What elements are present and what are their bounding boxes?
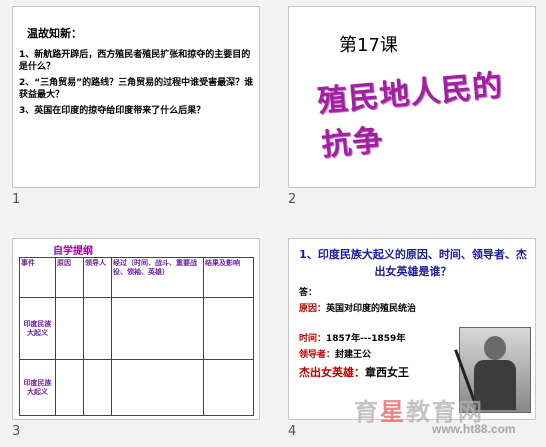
table-cell bbox=[203, 297, 254, 360]
portrait-head-shape bbox=[484, 336, 506, 360]
table-header-cell: 原因 bbox=[55, 257, 84, 298]
time-value: 1857年---1859年 bbox=[326, 334, 406, 344]
table-row: 印度民族大起义 bbox=[19, 297, 254, 360]
slide-thumbnail-3[interactable]: 自学提纲 事件 原因 领导人 经过（时间、战斗、重要战役、领袖、英雄） 结果及影… bbox=[12, 238, 260, 420]
slide-1-question-3: 3、英国在印度的掠夺给印度带来了什么后果？ bbox=[19, 106, 206, 116]
table-header-row: 事件 原因 领导人 经过（时间、战斗、重要战役、领袖、英雄） 结果及影响 bbox=[19, 257, 254, 298]
table-cell bbox=[55, 359, 84, 416]
outline-table: 事件 原因 领导人 经过（时间、战斗、重要战役、领袖、英雄） 结果及影响 印度民… bbox=[19, 257, 254, 416]
leader-line: 领导者：封建王公 bbox=[299, 347, 371, 360]
table-header-cell: 领导人 bbox=[83, 257, 112, 298]
table-cell bbox=[111, 359, 204, 416]
hero-value: 章西女王 bbox=[365, 366, 409, 379]
cause-label: 原因： bbox=[299, 304, 327, 314]
cause-value: 英国对印度的殖民统治 bbox=[326, 304, 417, 314]
slide-1-question-1: 1、新航路开辟后，西方殖民者殖民扩张和掠夺的主要目的是什么？ bbox=[19, 50, 251, 72]
slide-number-4: 4 bbox=[288, 424, 297, 439]
slide-2-wordart-title: 殖民地人民的抗争 bbox=[316, 68, 505, 164]
slide-number-1: 1 bbox=[12, 192, 21, 207]
slide-number-3: 3 bbox=[12, 424, 21, 439]
table-cell bbox=[111, 297, 204, 360]
table-row-label: 印度民族大起义 bbox=[19, 297, 56, 360]
table-cell bbox=[83, 359, 112, 416]
leader-value: 封建王公 bbox=[335, 350, 372, 360]
slide-thumbnail-2[interactable]: 第17课 殖民地人民的抗争 bbox=[288, 6, 536, 188]
slide-thumbnail-1[interactable]: 温故知新： 1、新航路开辟后，西方殖民者殖民扩张和掠夺的主要目的是什么？ 2、“… bbox=[12, 6, 260, 188]
table-cell bbox=[55, 297, 84, 360]
slide-2-lesson: 第17课 bbox=[339, 35, 398, 56]
time-line: 时间：1857年---1859年 bbox=[299, 331, 405, 344]
slide-3-title: 自学提纲 bbox=[53, 246, 93, 257]
slide-1-question-2: 2、“三角贸易”的路线？三角贸易的过程中谁受害最深？谁获益最大？ bbox=[19, 78, 254, 100]
table-cell bbox=[83, 297, 112, 360]
slide-number-2: 2 bbox=[288, 192, 297, 207]
table-header-cell: 事件 bbox=[19, 257, 56, 298]
table-row: 印度民族大起义 bbox=[19, 359, 254, 416]
answer-label: 答： bbox=[299, 288, 318, 298]
site-watermark-url: www.ht88.com bbox=[432, 422, 516, 436]
time-label: 时间： bbox=[299, 334, 327, 344]
table-header-cell: 经过（时间、战斗、重要战役、领袖、英雄） bbox=[111, 257, 204, 298]
table-row-label: 印度民族大起义 bbox=[19, 359, 56, 416]
leader-label: 领导者： bbox=[299, 350, 336, 360]
hero-label: 杰出女英雄： bbox=[299, 366, 365, 379]
hero-line: 杰出女英雄：章西女王 bbox=[299, 364, 409, 380]
table-cell bbox=[203, 359, 254, 416]
slide-4-heading: 1、印度民族大起义的原因、时间、领导者、杰出女英雄是谁？ bbox=[299, 248, 527, 278]
table-header-cell: 结果及影响 bbox=[203, 257, 254, 298]
slide-1-title: 温故知新： bbox=[27, 27, 82, 40]
cause-line: 原因：英国对印度的殖民统治 bbox=[299, 301, 416, 314]
